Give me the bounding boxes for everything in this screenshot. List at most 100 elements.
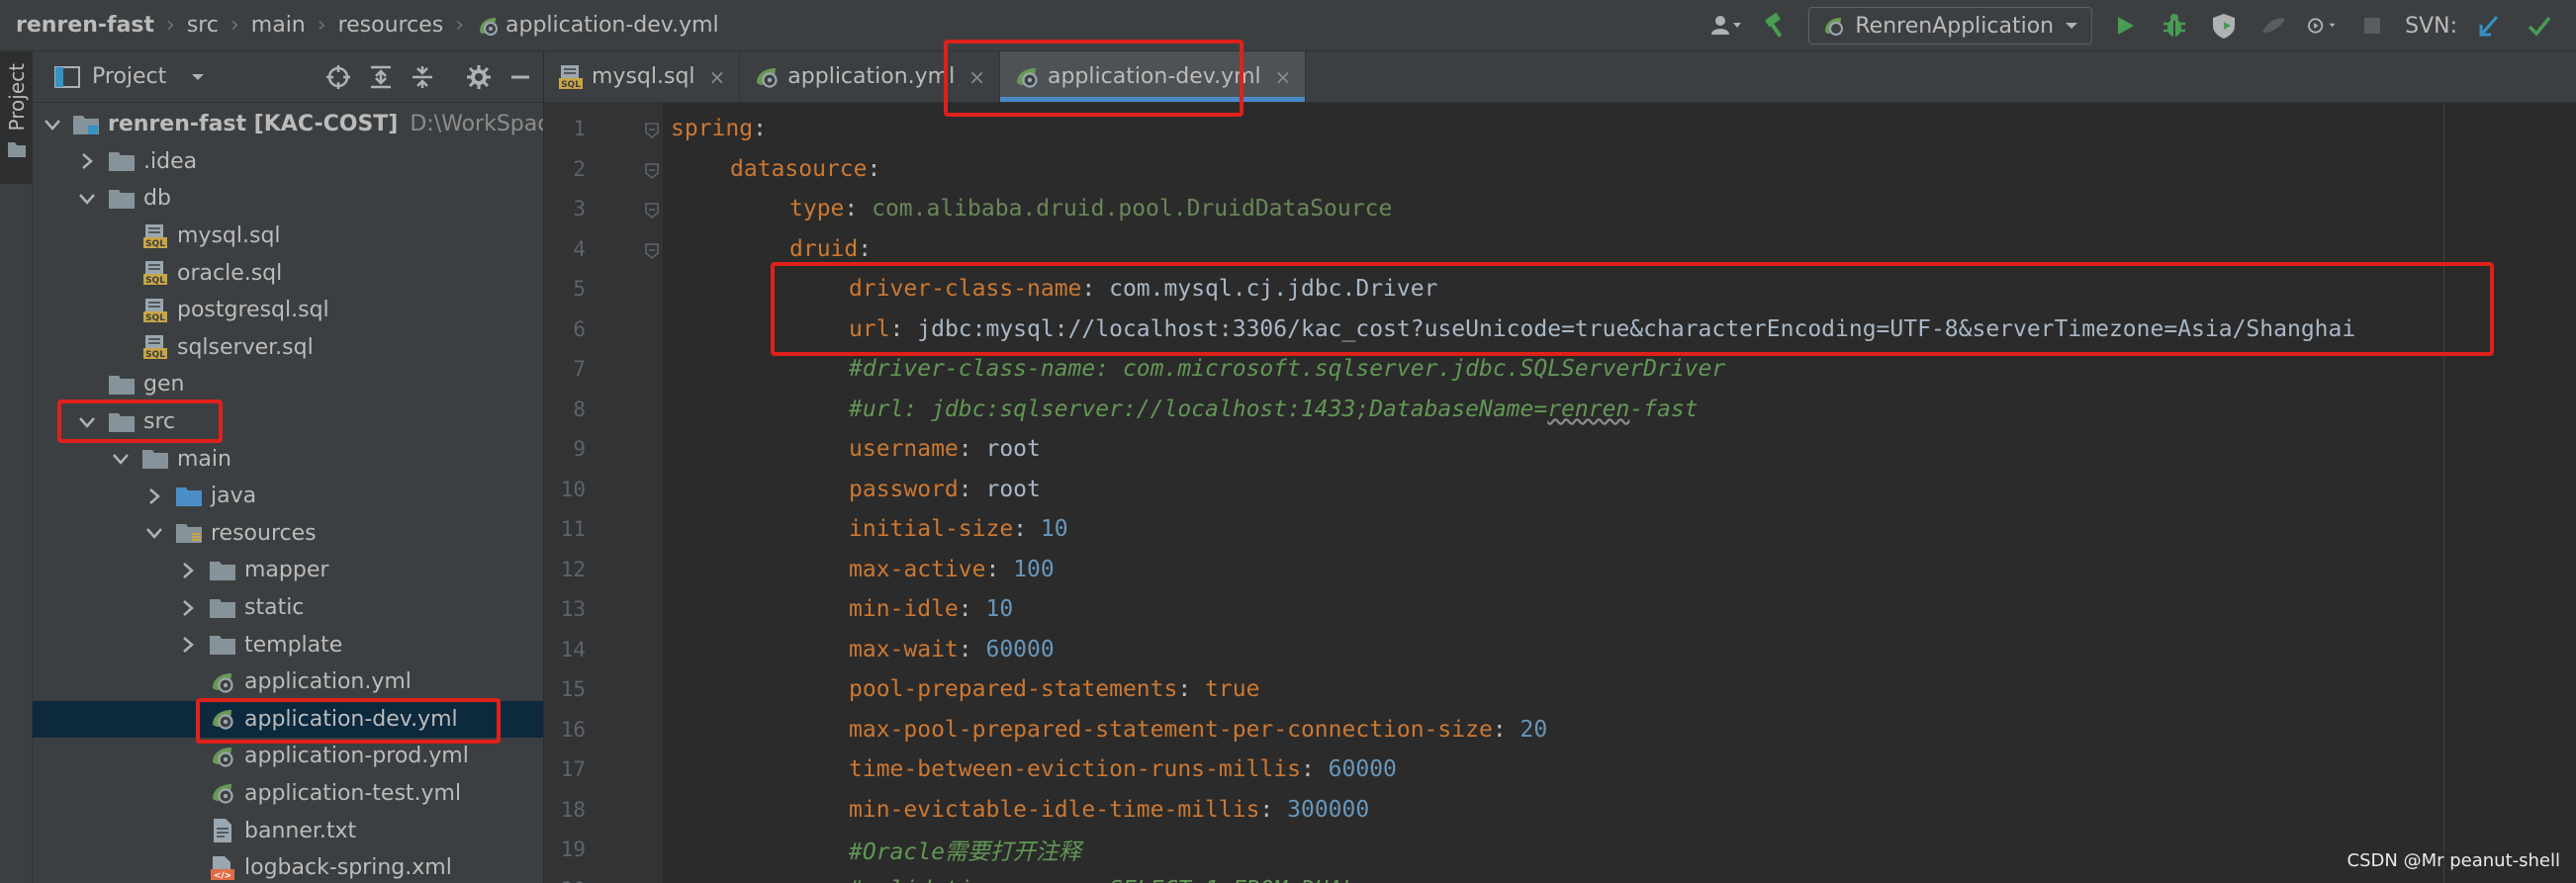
editor-tab[interactable]: application-dev.yml × xyxy=(999,51,1307,102)
code-line[interactable]: 8 #url: jdbc:sqlserver://localhost:1433;D… xyxy=(544,390,2576,430)
editor-tab[interactable]: application.yml × xyxy=(740,51,1000,102)
tree-item[interactable]: banner.txt xyxy=(33,812,543,849)
locate-file-icon[interactable] xyxy=(325,64,351,90)
tree-item[interactable]: application-test.yml xyxy=(33,775,543,813)
code-line[interactable]: 6 url: jdbc:mysql://localhost:3306/kac_co… xyxy=(544,309,2576,350)
line-number: 16 xyxy=(560,717,586,742)
code-line[interactable]: 19 #Oracle需要打开注释 xyxy=(544,830,2576,870)
breadcrumb-item-main[interactable]: main xyxy=(251,13,306,38)
close-icon[interactable]: × xyxy=(1275,65,1292,89)
code-line[interactable]: 7 #driver-class-name: com.microsoft.sqlse… xyxy=(544,349,2576,390)
tree-item[interactable]: resources xyxy=(33,515,543,553)
run-configuration-select[interactable]: RenrenApplication xyxy=(1808,7,2093,44)
svn-update-icon[interactable] xyxy=(2473,9,2507,43)
run-with-options-icon[interactable] xyxy=(2306,9,2340,43)
sql-file-icon: SQL xyxy=(558,64,584,90)
tree-item[interactable]: mapper xyxy=(33,552,543,589)
code-line[interactable]: 1 spring: xyxy=(544,109,2576,149)
code-line[interactable]: 17 time-between-eviction-runs-millis: 600… xyxy=(544,750,2576,790)
tree-item[interactable]: SQL oracle.sql xyxy=(33,254,543,292)
debug-icon[interactable] xyxy=(2158,9,2191,43)
vcs-user-icon[interactable] xyxy=(1709,9,1743,43)
fold-marker-icon[interactable] xyxy=(643,160,661,179)
chevron-right-icon[interactable] xyxy=(177,597,199,619)
code-token: spring xyxy=(671,116,754,142)
project-tool-window-button[interactable]: Project xyxy=(0,51,33,184)
line-number: 5 xyxy=(573,277,586,302)
code-line[interactable]: 14 max-wait: 60000 xyxy=(544,630,2576,670)
breadcrumb-item-project[interactable]: renren-fast xyxy=(16,13,154,38)
code-line[interactable]: 13 min-idle: 10 xyxy=(544,589,2576,630)
tree-item[interactable]: application.yml xyxy=(33,663,543,701)
profiler-icon[interactable] xyxy=(2256,9,2290,43)
code-line[interactable]: 16 max-pool-prepared-statement-per-connec… xyxy=(544,710,2576,751)
sql-file-icon: SQL xyxy=(141,298,169,323)
tree-item[interactable]: SQL sqlserver.sql xyxy=(33,329,543,367)
tree-item[interactable]: application-prod.yml xyxy=(33,738,543,775)
breadcrumb-item-file[interactable]: application-dev.yml xyxy=(476,13,719,38)
tree-item[interactable]: </> logback-spring.xml xyxy=(33,849,543,883)
code-line[interactable]: 20 #validation-query: SELECT 1 FROM DUAL xyxy=(544,870,2576,883)
code-line[interactable]: 4 druid: xyxy=(544,229,2576,270)
fold-marker-icon[interactable] xyxy=(643,240,661,259)
code-line[interactable]: 2 datasource: xyxy=(544,149,2576,190)
close-icon[interactable]: × xyxy=(968,65,985,89)
code-line[interactable]: 18 min-evictable-idle-time-millis: 300000 xyxy=(544,790,2576,831)
code-line[interactable]: 10 password: root xyxy=(544,470,2576,510)
code-line[interactable]: 5 driver-class-name: com.mysql.cj.jdbc.Dr… xyxy=(544,269,2576,309)
gear-icon[interactable] xyxy=(466,64,492,90)
close-icon[interactable]: × xyxy=(709,65,726,89)
code-line[interactable]: 15 pool-prepared-statements: true xyxy=(544,669,2576,710)
project-view-icon xyxy=(54,65,80,88)
code-line[interactable]: 12 max-active: 100 xyxy=(544,550,2576,590)
tree-item[interactable]: src xyxy=(33,403,543,441)
tree-item[interactable]: db xyxy=(33,180,543,218)
editor-tab-label: application-dev.yml xyxy=(1047,64,1261,89)
tree-item[interactable]: application-dev.yml xyxy=(33,700,543,739)
breadcrumb-file-label: application-dev.yml xyxy=(506,13,719,38)
build-hammer-icon[interactable] xyxy=(1759,9,1793,43)
chevron-down-icon[interactable] xyxy=(76,411,98,433)
tree-item[interactable]: template xyxy=(33,626,543,663)
breadcrumb-item-src[interactable]: src xyxy=(187,13,219,38)
editor-tab[interactable]: SQL mysql.sql × xyxy=(544,51,741,102)
stop-icon[interactable] xyxy=(2355,9,2389,43)
chevron-down-icon[interactable] xyxy=(190,71,206,83)
chevron-right-icon[interactable] xyxy=(177,634,199,656)
project-tree: renren-fast [KAC-COST] D:\WorkSpace\ren .i… xyxy=(33,103,543,883)
fold-marker-icon[interactable] xyxy=(643,200,661,220)
collapse-all-icon[interactable] xyxy=(411,64,434,90)
chevron-down-icon[interactable] xyxy=(110,448,132,470)
line-number: 2 xyxy=(573,156,586,181)
chevron-right-icon[interactable] xyxy=(143,486,165,507)
code-token: #url: jdbc:sqlserver://localhost:1433;Da… xyxy=(849,396,1548,422)
coverage-icon[interactable] xyxy=(2207,9,2241,43)
tree-item[interactable]: java xyxy=(33,478,543,515)
tree-item-label: banner.txt xyxy=(244,818,357,843)
code-editor[interactable]: 1 spring: 2 datasource: 3 type: com.alibaba.d… xyxy=(544,103,2576,883)
svn-commit-icon[interactable] xyxy=(2523,9,2556,43)
code-line[interactable]: 3 type: com.alibaba.druid.pool.DruidDataS… xyxy=(544,189,2576,229)
run-icon[interactable] xyxy=(2108,9,2142,43)
code-line[interactable]: 9 username: root xyxy=(544,429,2576,470)
chevron-right-icon[interactable] xyxy=(76,150,98,172)
hide-panel-icon[interactable] xyxy=(509,66,531,88)
project-view-selector[interactable]: Project xyxy=(92,64,166,89)
code-line[interactable]: 11 initial-size: 10 xyxy=(544,509,2576,550)
chevron-down-icon[interactable] xyxy=(43,114,62,135)
chevron-right-icon[interactable] xyxy=(177,560,199,581)
chevron-down-icon[interactable] xyxy=(143,522,165,544)
tree-item[interactable]: SQL postgresql.sql xyxy=(33,292,543,329)
chevron-down-icon[interactable] xyxy=(76,188,98,210)
fold-marker-icon[interactable] xyxy=(643,120,661,139)
code-text: pool-prepared-statements: true xyxy=(849,676,1259,702)
tree-item[interactable]: main xyxy=(33,440,543,478)
tree-item[interactable]: gen xyxy=(33,366,543,403)
line-number: 8 xyxy=(573,397,586,421)
breadcrumb-item-resources[interactable]: resources xyxy=(338,13,444,38)
tree-item[interactable]: renren-fast [KAC-COST] D:\WorkSpace\ren xyxy=(33,106,543,143)
tree-item[interactable]: .idea xyxy=(33,143,543,181)
expand-all-icon[interactable] xyxy=(369,64,393,90)
tree-item[interactable]: SQL mysql.sql xyxy=(33,218,543,255)
tree-item[interactable]: static xyxy=(33,589,543,627)
